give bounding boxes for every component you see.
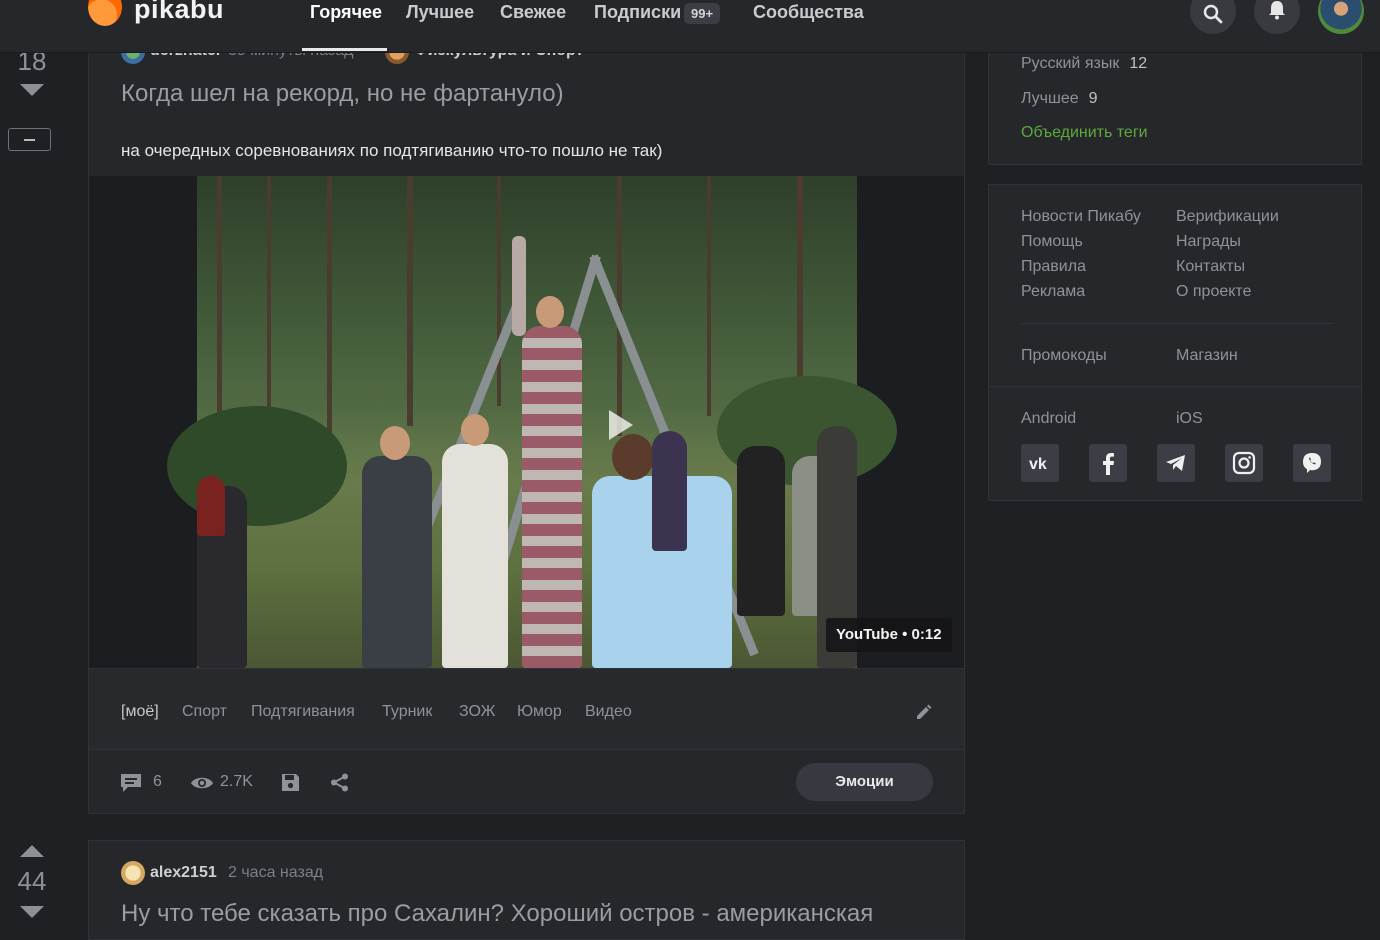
vk-icon[interactable]: vk	[1021, 444, 1059, 482]
comments-icon[interactable]	[120, 773, 142, 793]
sidebar-tags-block: Русский язык 12 Лучшее 9 Объединить теги	[988, 40, 1362, 165]
merge-tags-link[interactable]: Объединить теги	[1021, 124, 1148, 142]
views-count: 2.7K	[220, 773, 253, 790]
save-icon[interactable]	[281, 773, 300, 792]
tag[interactable]: ЗОЖ	[459, 703, 495, 721]
link-ads[interactable]: Реклама	[1021, 283, 1085, 301]
tag[interactable]: Турник	[382, 703, 432, 721]
link-contacts[interactable]: Контакты	[1176, 258, 1245, 276]
nav-communities[interactable]: Сообщества	[753, 2, 864, 23]
subscriptions-badge: 99+	[684, 3, 721, 24]
nav-hot[interactable]: Горячее	[310, 2, 382, 23]
views-eye-icon	[191, 777, 213, 789]
link-pikabu-news[interactable]: Новости Пикабу	[1021, 208, 1141, 226]
user-avatar[interactable]	[1318, 0, 1364, 34]
link-rules[interactable]: Правила	[1021, 258, 1086, 276]
tag[interactable]: Спорт	[182, 703, 227, 721]
bell-icon	[1269, 1, 1285, 20]
minus-icon	[24, 139, 35, 141]
nav-active-underline	[302, 48, 387, 51]
downvote-icon[interactable]	[20, 906, 44, 918]
comments-count[interactable]: 6	[153, 773, 162, 791]
sidebar-tag-count: 9	[1088, 90, 1098, 107]
story-text: на очередных соревнованиях по подтягиван…	[121, 141, 663, 160]
search-icon	[1203, 4, 1223, 24]
sidebar-tag-count: 12	[1129, 55, 1148, 72]
video-player[interactable]: YouTube • 0:12	[89, 176, 964, 668]
video-thumbnail	[167, 176, 897, 668]
tag[interactable]: Подтягивания	[251, 703, 355, 721]
sidebar-tag-item[interactable]: Русский язык 12	[1021, 55, 1147, 73]
tag[interactable]: Юмор	[517, 703, 562, 721]
notifications-button[interactable]	[1254, 0, 1300, 34]
sidebar-tag-label: Лучшее	[1021, 90, 1079, 107]
nav-subscriptions[interactable]: Подписки	[594, 2, 681, 23]
downvote-icon[interactable]	[20, 84, 44, 96]
nav-best[interactable]: Лучшее	[406, 2, 474, 23]
share-icon[interactable]	[330, 773, 349, 792]
facebook-icon[interactable]	[1089, 444, 1127, 482]
play-icon[interactable]	[609, 410, 633, 440]
link-promocodes[interactable]: Промокоды	[1021, 347, 1107, 365]
divider	[989, 386, 1361, 387]
link-about[interactable]: О проекте	[1176, 283, 1251, 301]
logo-text[interactable]: pikabu	[134, 0, 224, 25]
story-tags: [моё] Спорт Подтягивания Турник ЗОЖ Юмор…	[89, 668, 964, 749]
sidebar-footer-block: Новости Пикабу Помощь Правила Реклама Ве…	[988, 184, 1362, 501]
telegram-icon[interactable]	[1157, 444, 1195, 482]
story-actions: 6 2.7K Эмоции	[89, 749, 964, 814]
author-avatar[interactable]	[121, 861, 145, 885]
link-shop[interactable]: Магазин	[1176, 347, 1238, 365]
story-author[interactable]: alex2151	[150, 864, 217, 882]
divider	[1021, 323, 1332, 324]
top-navigation-bar: pikabu Горячее Лучшее Свежее Подписки 99…	[0, 0, 1380, 53]
tag[interactable]: Видео	[585, 703, 632, 721]
edit-tags-pencil-icon[interactable]	[915, 703, 933, 721]
link-ios[interactable]: iOS	[1176, 410, 1203, 428]
video-duration-label: YouTube • 0:12	[826, 618, 952, 652]
tag-mine[interactable]: [моё]	[121, 703, 159, 721]
nav-fresh[interactable]: Свежее	[500, 2, 566, 23]
link-help[interactable]: Помощь	[1021, 233, 1083, 251]
story-rating: 44	[17, 866, 47, 896]
upvote-icon[interactable]	[20, 845, 44, 857]
emotions-button[interactable]: Эмоции	[796, 763, 933, 801]
story-title[interactable]: Ну что тебе сказать про Сахалин? Хороший…	[121, 900, 873, 928]
instagram-icon[interactable]	[1225, 444, 1263, 482]
viber-icon[interactable]	[1293, 444, 1331, 482]
pikabu-logo-icon[interactable]	[88, 0, 122, 26]
story-time: 2 часа назад	[228, 864, 324, 881]
sidebar-tag-label: Русский язык	[1021, 55, 1120, 72]
link-android[interactable]: Android	[1021, 410, 1076, 428]
svg-text:vk: vk	[1029, 456, 1047, 473]
sidebar-tag-item[interactable]: Лучшее 9	[1021, 90, 1098, 108]
link-verification[interactable]: Верификации	[1176, 208, 1279, 226]
search-button[interactable]	[1190, 0, 1236, 34]
link-awards[interactable]: Награды	[1176, 233, 1241, 251]
story-title[interactable]: Когда шел на рекорд, но не фартануло)	[121, 80, 564, 108]
collapse-story-button[interactable]	[8, 128, 51, 151]
